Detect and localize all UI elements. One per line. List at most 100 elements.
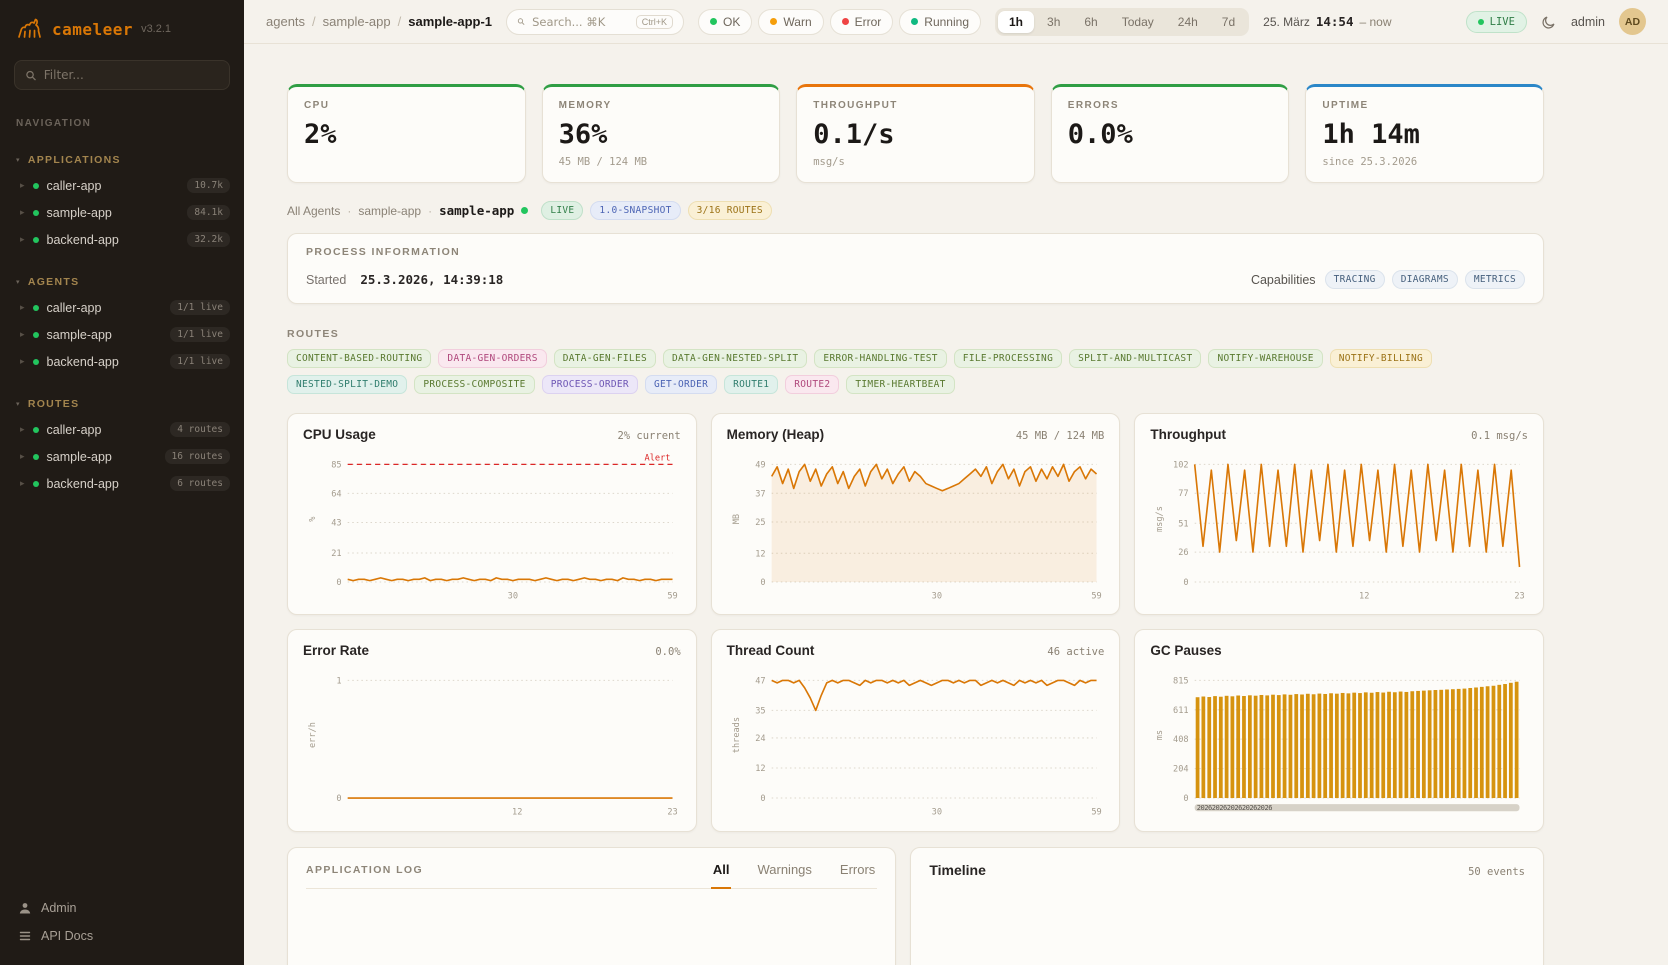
sidebar-item-caller-app[interactable]: ▸caller-app10.7k xyxy=(0,172,244,199)
time-range-24h[interactable]: 24h xyxy=(1167,11,1209,33)
time-range-1h[interactable]: 1h xyxy=(998,11,1034,33)
svg-text:85: 85 xyxy=(331,460,341,470)
svg-text:Alert: Alert xyxy=(645,453,671,463)
svg-text:43: 43 xyxy=(331,519,341,529)
search-shortcut-kbd: Ctrl+K xyxy=(636,15,673,29)
route-badge-process-composite[interactable]: PROCESS-COMPOSITE xyxy=(414,375,534,394)
log-tab-errors[interactable]: Errors xyxy=(838,862,877,888)
date-range[interactable]: 25. März 14:54 – now xyxy=(1263,14,1391,29)
time-range-7d[interactable]: 7d xyxy=(1211,11,1246,33)
filter-input[interactable] xyxy=(44,68,219,82)
avatar[interactable]: AD xyxy=(1619,8,1646,35)
chevron-right-icon: ▸ xyxy=(20,452,25,462)
status-filter-label: Warn xyxy=(783,15,811,29)
agent-breadcrumb-item[interactable]: sample-app xyxy=(358,204,421,218)
chart-card-cpu-usage: CPU Usage 2% current 021436485%3059Alert xyxy=(287,413,697,615)
global-search[interactable]: Ctrl+K xyxy=(506,9,684,35)
dark-mode-toggle[interactable] xyxy=(1541,14,1557,30)
sidebar-section-header[interactable]: ▾ROUTES xyxy=(0,395,244,416)
route-badge-route1[interactable]: ROUTE1 xyxy=(724,375,778,394)
user-name: admin xyxy=(1571,15,1605,29)
route-badge-error-handling-test[interactable]: ERROR-HANDLING-TEST xyxy=(814,349,946,368)
sidebar-section-header[interactable]: ▾AGENTS xyxy=(0,273,244,294)
sidebar-item-api-docs[interactable]: API Docs xyxy=(18,929,226,943)
live-dot-icon xyxy=(1478,19,1484,25)
status-filter-ok[interactable]: OK xyxy=(698,9,752,35)
separator-dot: · xyxy=(428,204,432,218)
agent-breadcrumb-item[interactable]: All Agents xyxy=(287,204,340,218)
time-range-6h[interactable]: 6h xyxy=(1073,11,1108,33)
process-information-title: PROCESS INFORMATION xyxy=(306,246,1525,258)
route-badge-notify-warehouse[interactable]: NOTIFY-WAREHOUSE xyxy=(1208,349,1322,368)
route-badge-notify-billing[interactable]: NOTIFY-BILLING xyxy=(1330,349,1432,368)
time-range-3h[interactable]: 3h xyxy=(1036,11,1071,33)
bottom-row: APPLICATION LOG AllWarningsErrors Timeli… xyxy=(287,847,1544,965)
log-tab-warnings[interactable]: Warnings xyxy=(755,862,813,888)
status-filters: OK Warn ErrorRunning xyxy=(698,9,981,35)
sidebar-item-backend-app[interactable]: ▸backend-app1/1 live xyxy=(0,348,244,375)
sidebar-item-sample-app[interactable]: ▸sample-app1/1 live xyxy=(0,321,244,348)
svg-text:0: 0 xyxy=(760,794,765,804)
breadcrumb-item[interactable]: agents xyxy=(266,14,305,29)
route-badge-timer-heartbeat[interactable]: TIMER-HEARTBEAT xyxy=(846,375,954,394)
date-label: 25. März xyxy=(1263,15,1310,29)
chart-card-thread-count: Thread Count 46 active 012243547threads3… xyxy=(711,629,1121,831)
chart-title: GC Pauses xyxy=(1150,643,1221,658)
route-badge-route2[interactable]: ROUTE2 xyxy=(785,375,839,394)
sidebar-item-admin[interactable]: Admin xyxy=(18,901,226,915)
chevron-right-icon: ▸ xyxy=(20,235,25,245)
breadcrumb-item[interactable]: sample-app xyxy=(323,14,391,29)
svg-text:1: 1 xyxy=(336,677,341,687)
breadcrumb-item[interactable]: sample-app-1 xyxy=(408,14,492,29)
status-filter-error[interactable]: Error xyxy=(830,9,894,35)
svg-text:204: 204 xyxy=(1173,765,1189,775)
agent-breadcrumb-item[interactable]: sample-app xyxy=(439,203,514,218)
sidebar-item-sample-app[interactable]: ▸sample-app84.1k xyxy=(0,199,244,226)
route-badge-file-processing[interactable]: FILE-PROCESSING xyxy=(954,349,1062,368)
route-badge-data-gen-orders[interactable]: DATA-GEN-ORDERS xyxy=(438,349,546,368)
search-input[interactable] xyxy=(532,15,629,29)
stat-sub: msg/s xyxy=(813,156,1018,168)
svg-text:0: 0 xyxy=(760,578,765,588)
sidebar-item-caller-app[interactable]: ▸caller-app4 routes xyxy=(0,416,244,443)
timeline-events-count: 50 events xyxy=(1468,866,1525,878)
status-filter-warn[interactable]: Warn xyxy=(758,9,823,35)
route-badge-data-gen-files[interactable]: DATA-GEN-FILES xyxy=(554,349,656,368)
capability-badge-metrics: METRICS xyxy=(1465,270,1525,289)
sidebar-section-agents: ▾AGENTS▸caller-app1/1 live▸sample-app1/1… xyxy=(0,273,244,375)
moon-icon xyxy=(1541,14,1557,30)
process-information-card: PROCESS INFORMATION Started 25.3.2026, 1… xyxy=(287,233,1544,304)
sidebar-section-header[interactable]: ▾APPLICATIONS xyxy=(0,151,244,172)
chart-current-value: 0.0% xyxy=(655,646,680,658)
time-range-today[interactable]: Today xyxy=(1111,11,1165,33)
sidebar-item-caller-app[interactable]: ▸caller-app1/1 live xyxy=(0,294,244,321)
routes-section: ROUTES CONTENT-BASED-ROUTINGDATA-GEN-ORD… xyxy=(287,328,1544,394)
stat-card-errors: ERRORS0.0% xyxy=(1051,84,1290,183)
svg-text:26: 26 xyxy=(1179,548,1189,558)
route-badge-process-order[interactable]: PROCESS-ORDER xyxy=(542,375,638,394)
stat-value: 36% xyxy=(559,119,764,150)
live-toggle[interactable]: LIVE xyxy=(1466,11,1527,33)
status-dot-icon xyxy=(33,427,39,433)
route-badge-data-gen-nested-split[interactable]: DATA-GEN-NESTED-SPLIT xyxy=(663,349,807,368)
status-dot-icon xyxy=(33,481,39,487)
sidebar-item-sample-app[interactable]: ▸sample-app16 routes xyxy=(0,443,244,470)
stat-label: UPTIME xyxy=(1322,100,1527,111)
route-badge-content-based-routing[interactable]: CONTENT-BASED-ROUTING xyxy=(287,349,431,368)
stat-value: 0.0% xyxy=(1068,119,1273,150)
sidebar-filter[interactable] xyxy=(14,60,230,90)
route-badge-nested-split-demo[interactable]: NESTED-SPLIT-DEMO xyxy=(287,375,407,394)
log-tab-all[interactable]: All xyxy=(711,862,732,889)
route-badge-split-and-multicast[interactable]: SPLIT-AND-MULTICAST xyxy=(1069,349,1201,368)
svg-text:0: 0 xyxy=(1184,578,1189,588)
sidebar-item-label: caller-app xyxy=(47,301,102,315)
chart-current-value: 2% current xyxy=(617,430,680,442)
sidebar-item-backend-app[interactable]: ▸backend-app6 routes xyxy=(0,470,244,497)
route-badge-get-order[interactable]: GET-ORDER xyxy=(645,375,717,394)
chevron-down-icon: ▾ xyxy=(16,400,21,408)
status-filter-running[interactable]: Running xyxy=(899,9,981,35)
sidebar-item-backend-app[interactable]: ▸backend-app32.2k xyxy=(0,226,244,253)
status-dot-icon xyxy=(33,305,39,311)
navigation-label: NAVIGATION xyxy=(0,104,244,131)
svg-text:23: 23 xyxy=(667,808,677,818)
